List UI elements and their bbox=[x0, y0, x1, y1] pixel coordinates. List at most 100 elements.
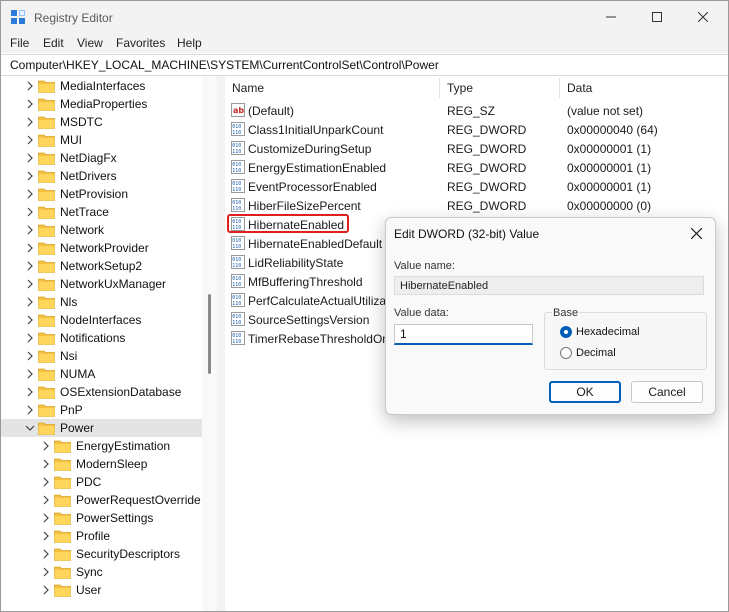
chevron-right-icon[interactable] bbox=[41, 566, 51, 578]
tree-item[interactable]: NetDiagFx bbox=[1, 149, 203, 167]
chevron-right-icon[interactable] bbox=[25, 386, 35, 398]
value-row[interactable]: 010 110 HiberFileSizePercent REG_DWORD 0x000… bbox=[225, 196, 728, 215]
chevron-right-icon[interactable] bbox=[25, 170, 35, 182]
menu-view[interactable]: View bbox=[77, 36, 103, 50]
hexadecimal-label[interactable]: Hexadecimal bbox=[576, 326, 640, 338]
chevron-right-icon[interactable] bbox=[41, 512, 51, 524]
close-window-button[interactable] bbox=[680, 1, 726, 33]
chevron-right-icon[interactable] bbox=[25, 188, 35, 200]
dword-value-icon: 010110 bbox=[231, 331, 245, 345]
tree-item[interactable]: Profile bbox=[1, 527, 203, 545]
tree-item[interactable]: MediaProperties bbox=[1, 95, 203, 113]
chevron-right-icon[interactable] bbox=[25, 152, 35, 164]
maximize-button[interactable] bbox=[634, 1, 680, 33]
chevron-right-icon[interactable] bbox=[25, 260, 35, 272]
decimal-radio[interactable] bbox=[560, 347, 572, 359]
menu-help[interactable]: Help bbox=[177, 36, 202, 50]
hexadecimal-radio[interactable] bbox=[560, 326, 572, 338]
value-row[interactable]: 010 110 EventProcessorEnabled REG_DWORD 0x00… bbox=[225, 177, 728, 196]
chevron-right-icon[interactable] bbox=[25, 368, 35, 380]
chevron-right-icon[interactable] bbox=[25, 278, 35, 290]
chevron-right-icon[interactable] bbox=[25, 332, 35, 344]
chevron-right-icon[interactable] bbox=[25, 116, 35, 128]
folder-icon bbox=[54, 512, 71, 525]
column-header-name[interactable]: Name bbox=[232, 81, 264, 95]
value-row[interactable]: 010 110 EnergyEstimationEnabled REG_DWORD 0x… bbox=[225, 158, 728, 177]
value-data: (value not set) bbox=[567, 104, 644, 118]
address-bar[interactable]: Computer\HKEY_LOCAL_MACHINE\SYSTEM\Curre… bbox=[1, 54, 728, 76]
chevron-right-icon[interactable] bbox=[25, 296, 35, 308]
chevron-down-icon[interactable] bbox=[25, 422, 35, 434]
tree-item[interactable]: NodeInterfaces bbox=[1, 311, 203, 329]
key-tree-pane[interactable]: MediaInterfaces MediaProperties MSDTC MUI Ne… bbox=[1, 76, 216, 611]
tree-item-label: Notifications bbox=[60, 331, 126, 345]
chevron-right-icon[interactable] bbox=[41, 530, 51, 542]
tree-item[interactable]: Nsi bbox=[1, 347, 203, 365]
tree-item[interactable]: Sync bbox=[1, 563, 203, 581]
tree-item[interactable]: MUI bbox=[1, 131, 203, 149]
menu-file[interactable]: File bbox=[10, 36, 29, 50]
column-divider[interactable] bbox=[439, 78, 440, 98]
tree-item[interactable]: SecurityDescriptors bbox=[1, 545, 203, 563]
chevron-right-icon[interactable] bbox=[25, 350, 35, 362]
tree-item[interactable]: PDC bbox=[1, 473, 203, 491]
dword-value-icon: 010110 bbox=[231, 312, 245, 326]
column-divider[interactable] bbox=[559, 78, 560, 98]
chevron-right-icon[interactable] bbox=[25, 242, 35, 254]
cancel-button[interactable]: Cancel bbox=[631, 381, 703, 403]
tree-item[interactable]: NetDrivers bbox=[1, 167, 203, 185]
tree-item[interactable]: Notifications bbox=[1, 329, 203, 347]
tree-item[interactable]: MediaInterfaces bbox=[1, 77, 203, 95]
chevron-right-icon[interactable] bbox=[41, 458, 51, 470]
chevron-right-icon[interactable] bbox=[41, 476, 51, 488]
tree-item[interactable]: NetworkSetup2 bbox=[1, 257, 203, 275]
chevron-right-icon[interactable] bbox=[25, 134, 35, 146]
tree-item[interactable]: NUMA bbox=[1, 365, 203, 383]
pane-splitter[interactable] bbox=[217, 76, 225, 611]
tree-item[interactable]: EnergyEstimation bbox=[1, 437, 203, 455]
chevron-right-icon[interactable] bbox=[25, 98, 35, 110]
tree-item[interactable]: ModernSleep bbox=[1, 455, 203, 473]
title-bar[interactable]: Registry Editor bbox=[1, 1, 728, 33]
tree-item[interactable]: PnP bbox=[1, 401, 203, 419]
menu-favorites[interactable]: Favorites bbox=[116, 36, 165, 50]
tree-item[interactable]: PowerRequestOverride bbox=[1, 491, 203, 509]
dialog-close-button[interactable] bbox=[682, 221, 710, 245]
tree-item[interactable]: User bbox=[1, 581, 203, 599]
chevron-right-icon[interactable] bbox=[25, 404, 35, 416]
menu-edit[interactable]: Edit bbox=[43, 36, 64, 50]
value-name: HibernateEnabledDefault bbox=[248, 237, 383, 251]
tree-item[interactable]: Network bbox=[1, 221, 203, 239]
minimize-button[interactable] bbox=[588, 1, 634, 33]
decimal-label[interactable]: Decimal bbox=[576, 347, 616, 359]
folder-icon bbox=[38, 206, 55, 219]
tree-scrollbar[interactable] bbox=[202, 76, 217, 611]
value-row[interactable]: 010 110 Class1InitialUnparkCount REG_DWORD 0… bbox=[225, 120, 728, 139]
value-row[interactable]: ab (Default) REG_SZ (value not set) bbox=[225, 101, 728, 120]
tree-item[interactable]: Nls bbox=[1, 293, 203, 311]
value-row[interactable]: 010 110 CustomizeDuringSetup REG_DWORD 0x000… bbox=[225, 139, 728, 158]
chevron-right-icon[interactable] bbox=[41, 440, 51, 452]
tree-item-label: EnergyEstimation bbox=[76, 439, 171, 453]
tree-item[interactable]: NetworkUxManager bbox=[1, 275, 203, 293]
chevron-right-icon[interactable] bbox=[25, 206, 35, 218]
column-header-type[interactable]: Type bbox=[447, 81, 473, 95]
tree-item-label: PnP bbox=[60, 403, 83, 417]
chevron-right-icon[interactable] bbox=[25, 314, 35, 326]
tree-item[interactable]: NetProvision bbox=[1, 185, 203, 203]
tree-item[interactable]: NetworkProvider bbox=[1, 239, 203, 257]
chevron-right-icon[interactable] bbox=[41, 494, 51, 506]
chevron-right-icon[interactable] bbox=[25, 224, 35, 236]
tree-item[interactable]: PowerSettings bbox=[1, 509, 203, 527]
chevron-right-icon[interactable] bbox=[25, 80, 35, 92]
chevron-right-icon[interactable] bbox=[41, 584, 51, 596]
column-header-data[interactable]: Data bbox=[567, 81, 592, 95]
tree-item[interactable]: NetTrace bbox=[1, 203, 203, 221]
tree-scrollbar-thumb[interactable] bbox=[208, 294, 211, 374]
ok-button[interactable]: OK bbox=[549, 381, 621, 403]
tree-item[interactable]: Power bbox=[1, 419, 203, 437]
tree-item[interactable]: OSExtensionDatabase bbox=[1, 383, 203, 401]
value-data-input[interactable] bbox=[394, 324, 533, 345]
chevron-right-icon[interactable] bbox=[41, 548, 51, 560]
tree-item[interactable]: MSDTC bbox=[1, 113, 203, 131]
